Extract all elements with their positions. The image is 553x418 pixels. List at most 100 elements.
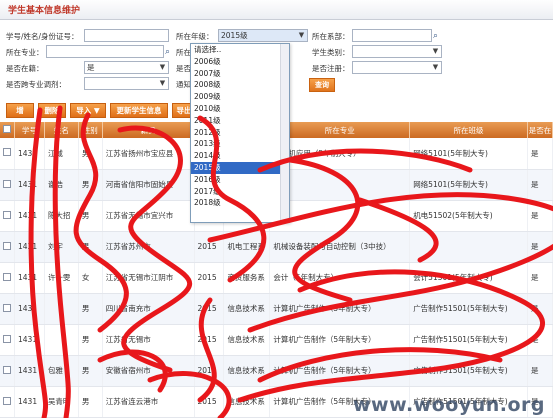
row-checkbox[interactable] — [3, 396, 11, 405]
row-checkbox-cell[interactable] — [0, 293, 15, 325]
table-cell: 是 — [527, 231, 553, 263]
row-checkbox[interactable] — [3, 272, 11, 281]
table-cell: 网络5101(5年制大专) — [409, 169, 528, 201]
select-all-header[interactable] — [0, 122, 15, 138]
enrolled-select[interactable]: 是 ▼ — [84, 61, 169, 74]
col-header[interactable]: 是否在 — [527, 122, 553, 138]
window-titlebar: 学生基本信息维护 — [0, 0, 553, 20]
grade-select[interactable]: 2015级 ▼ — [218, 29, 308, 42]
grade-option[interactable]: 2017级 — [191, 186, 289, 198]
grade-option[interactable]: 2015级 — [191, 161, 289, 174]
dept-input[interactable] — [352, 29, 432, 42]
table-cell: 1431 — [14, 231, 45, 263]
grade-options: 请选择.. 2006级 2007级 2008级 2009级 2010级 2011级 2012级… — [191, 44, 289, 209]
grade-option[interactable]: 2006级 — [191, 56, 289, 68]
col-header[interactable]: 性别 — [78, 122, 103, 138]
row-checkbox[interactable] — [3, 179, 11, 188]
major-label: 所在专业： — [6, 48, 44, 57]
row-checkbox[interactable] — [3, 334, 11, 343]
row-checkbox[interactable] — [3, 303, 11, 312]
table-row[interactable]: 1431 男四川省南充市 2015 信息技术系 计算机广告制作（5年制大专） 广告制作51… — [0, 293, 553, 325]
col-header[interactable]: 所在班级 — [409, 122, 528, 138]
row-checkbox-cell[interactable] — [0, 355, 15, 387]
grade-option[interactable]: 2014级 — [191, 150, 289, 162]
table-cell: 2015 — [194, 324, 225, 356]
table-cell: 江苏省连云港市 — [102, 386, 195, 418]
transfer-label: 是否跨专业调剂： — [6, 80, 66, 89]
col-header[interactable]: 学号 — [14, 122, 45, 138]
table-cell: 男 — [78, 169, 103, 201]
col-header[interactable]: 姓名 — [44, 122, 79, 138]
table-row[interactable]: 1431 许一雯女江苏省无锡市江阴市 2015 商贸服务系 会计（5年制大专） 会计515… — [0, 262, 553, 294]
table-cell — [44, 293, 79, 325]
chevron-down-icon[interactable]: ▼ — [431, 47, 440, 56]
query-button[interactable]: 查询 — [309, 78, 335, 92]
grade-option[interactable]: 2016级 — [191, 174, 289, 186]
table-cell: 吴青明 — [44, 386, 79, 418]
transfer-select[interactable]: ▼ — [84, 77, 169, 90]
table-cell: 计算机应用（5年制大专） — [269, 138, 411, 170]
add-button[interactable]: 增 — [6, 103, 34, 118]
grade-option[interactable]: 请选择.. — [191, 44, 289, 56]
chevron-down-icon[interactable]: ▼ — [297, 31, 306, 40]
import-button[interactable]: 导入 ▼ — [70, 103, 106, 118]
table-cell: 是 — [527, 169, 553, 201]
table-row[interactable]: 1431 刘宇男江苏省苏州市 2015 机电工程系 机械设备装配与自动控制（3中技） 是 — [0, 231, 553, 263]
chevron-down-icon[interactable]: ▼ — [431, 63, 440, 72]
table-cell: 信息技术系 — [223, 293, 271, 325]
table-cell — [269, 169, 411, 201]
row-checkbox[interactable] — [3, 210, 11, 219]
row-checkbox[interactable] — [3, 365, 11, 374]
row-checkbox-cell[interactable] — [0, 138, 15, 170]
grade-option[interactable]: 2018级 — [191, 197, 289, 209]
table-cell: 网络5101(5年制大专) — [409, 138, 528, 170]
table-cell: 计算机广告制作（5年制大专） — [269, 293, 411, 325]
table-cell — [409, 231, 528, 263]
search-icon[interactable]: ⌕ — [165, 47, 175, 57]
grade-option[interactable]: 2011级 — [191, 115, 289, 127]
delete-button[interactable]: 删除 — [38, 103, 66, 118]
grade-option[interactable]: 2008级 — [191, 79, 289, 91]
table-cell: 计算机广告制作（5年制大专） — [269, 355, 411, 387]
grade-option[interactable]: 2009级 — [191, 91, 289, 103]
table-row[interactable]: 1431 男江苏省无锡市 2015 信息技术系 计算机广告制作（5年制大专） 广告制作51… — [0, 324, 553, 356]
id-label: 学号/姓名/身份证号： — [6, 32, 79, 41]
row-checkbox-cell[interactable] — [0, 200, 15, 232]
table-cell: 江苏省苏州市 — [102, 231, 195, 263]
major-input[interactable] — [46, 45, 164, 58]
row-checkbox-cell[interactable] — [0, 231, 15, 263]
grade-option[interactable]: 2013级 — [191, 138, 289, 150]
student-type-select[interactable]: ▼ — [352, 45, 442, 58]
chevron-down-icon[interactable]: ▼ — [158, 79, 167, 88]
grade-option[interactable]: 2012级 — [191, 127, 289, 139]
row-checkbox-cell[interactable] — [0, 169, 15, 201]
row-checkbox[interactable] — [3, 241, 11, 250]
table-cell: 商贸服务系 — [223, 262, 271, 294]
table-row[interactable]: 1431 包雅男安徽省宿州市 2015 信息技术系 计算机广告制作（5年制大专） 广告制作… — [0, 355, 553, 387]
row-checkbox-cell[interactable] — [0, 386, 15, 418]
table-cell: 2015 — [194, 386, 225, 418]
chevron-down-icon[interactable]: ▼ — [158, 63, 167, 72]
registered-select[interactable]: ▼ — [352, 61, 442, 74]
table-cell: 1431 — [14, 386, 45, 418]
select-all-checkbox[interactable] — [3, 125, 11, 133]
row-checkbox[interactable] — [3, 148, 11, 157]
col-header[interactable]: 籍贯 — [102, 122, 195, 138]
dropdown-scrollbar[interactable] — [280, 44, 289, 222]
row-checkbox-cell[interactable] — [0, 324, 15, 356]
grade-option[interactable]: 2007级 — [191, 68, 289, 80]
student-type-label: 学生类别： — [312, 48, 350, 57]
update-student-button[interactable]: 更新学生信息 — [110, 103, 168, 118]
table-cell: 许一雯 — [44, 262, 79, 294]
table-cell: 河南省信阳市固始县 — [102, 169, 195, 201]
table-cell: 1431 — [14, 138, 45, 170]
grade-option[interactable]: 2010级 — [191, 103, 289, 115]
search-icon[interactable]: ⌕ — [433, 31, 443, 41]
grade-dropdown-list[interactable]: 请选择.. 2006级 2007级 2008级 2009级 2010级 2011级 2012级… — [190, 43, 290, 223]
dept-label: 所在系部： — [312, 32, 350, 41]
table-cell — [44, 324, 79, 356]
table-cell: 机械设备装配与自动控制（3中技） — [269, 231, 411, 263]
id-search-input[interactable] — [84, 29, 169, 42]
row-checkbox-cell[interactable] — [0, 262, 15, 294]
col-header[interactable]: 所在专业 — [269, 122, 411, 138]
